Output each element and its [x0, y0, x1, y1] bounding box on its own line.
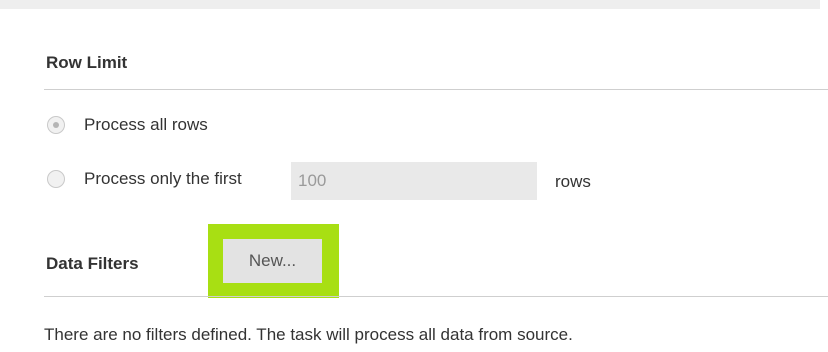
no-filters-message: There are no filters defined. The task w… — [44, 325, 573, 344]
process-first-rows-option[interactable]: Process only the first — [47, 169, 242, 189]
data-filters-divider — [44, 296, 828, 297]
process-first-rows-label: Process only the first — [84, 169, 242, 188]
row-limit-heading: Row Limit — [46, 53, 128, 72]
top-divider-bar — [0, 0, 820, 9]
process-all-rows-label: Process all rows — [84, 115, 208, 134]
process-first-rows-radio[interactable] — [47, 170, 65, 188]
data-filters-heading: Data Filters — [46, 254, 139, 273]
rows-suffix-label: rows — [555, 172, 591, 191]
new-filter-button[interactable]: New... — [223, 239, 322, 283]
process-all-rows-radio[interactable] — [47, 116, 65, 134]
row-limit-divider — [44, 89, 828, 90]
process-all-rows-option[interactable]: Process all rows — [47, 115, 208, 135]
row-count-input[interactable] — [291, 162, 537, 200]
